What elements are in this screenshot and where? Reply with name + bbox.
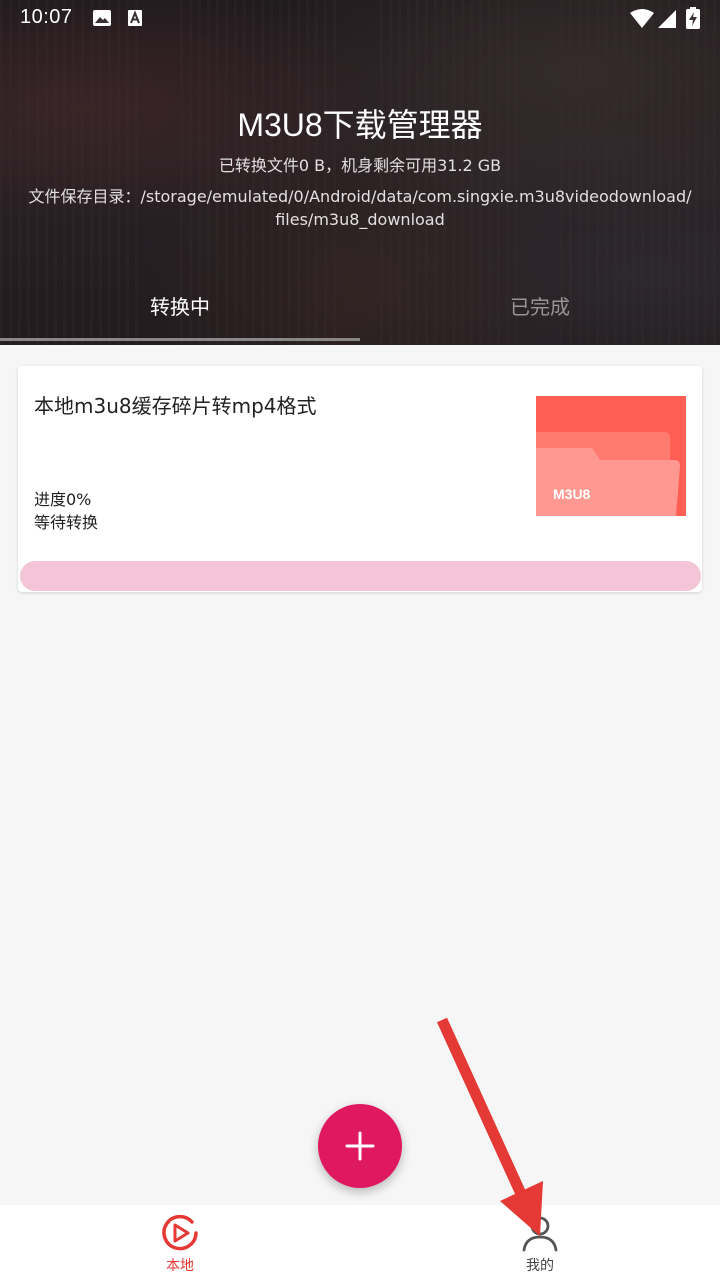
task-title: 本地m3u8缓存碎片转mp4格式 xyxy=(34,394,317,418)
conversion-task-card[interactable]: 本地m3u8缓存碎片转mp4格式 进度0% 等待转换 M3U8 xyxy=(18,366,702,592)
app-title: M3U8下载管理器 xyxy=(237,107,483,143)
progress-bar xyxy=(20,561,701,591)
image-notification-icon xyxy=(92,9,112,31)
status-time: 10:07 xyxy=(20,6,73,28)
save-directory: 文件保存目录：/storage/emulated/0/Android/data/… xyxy=(10,185,710,231)
font-notification-icon xyxy=(127,9,143,31)
save-directory-line-1: 文件保存目录：/storage/emulated/0/Android/data/… xyxy=(28,187,692,206)
play-circle-icon xyxy=(162,1214,198,1251)
battery-charging-icon xyxy=(686,7,700,33)
m3u8-folder-thumbnail: M3U8 xyxy=(536,396,686,516)
tab-converting[interactable]: 转换中 xyxy=(0,280,360,340)
wifi-icon xyxy=(630,9,654,33)
save-directory-line-2: files/m3u8_download xyxy=(275,210,445,229)
storage-info: 已转换文件0 B，机身剩余可用31.2 GB xyxy=(218,156,502,175)
thumbnail-label: M3U8 xyxy=(553,486,591,502)
tab-bar: 转换中 已完成 xyxy=(0,280,720,342)
add-task-button[interactable] xyxy=(318,1104,402,1188)
task-progress-text: 进度0% xyxy=(34,490,92,509)
cellular-signal-icon xyxy=(657,9,677,33)
task-status: 等待转换 xyxy=(34,513,99,532)
nav-label-local: 本地 xyxy=(166,1258,194,1274)
tab-completed[interactable]: 已完成 xyxy=(360,280,720,340)
status-bar: 10:07 xyxy=(0,0,720,36)
nav-item-mine[interactable]: 我的 xyxy=(360,1205,720,1280)
plus-icon xyxy=(345,1131,375,1161)
bottom-navigation: 本地 我的 xyxy=(0,1205,720,1280)
nav-item-local[interactable]: 本地 xyxy=(0,1205,360,1280)
tab-indicator xyxy=(0,338,360,341)
person-icon xyxy=(522,1216,558,1252)
nav-label-mine: 我的 xyxy=(526,1258,554,1274)
